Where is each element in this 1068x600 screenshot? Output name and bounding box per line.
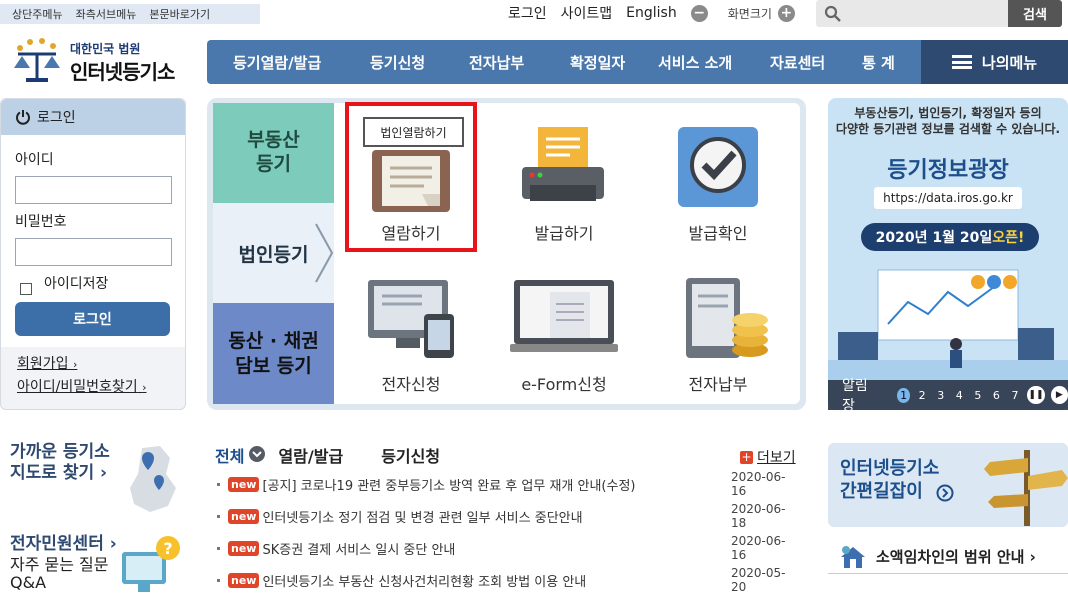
nav-data-center[interactable]: 자료센터 <box>770 52 825 73</box>
tab-realestate-label: 부동산 등기 <box>247 129 300 175</box>
signpost-icon <box>984 450 1068 526</box>
search-icon <box>824 5 841 22</box>
zoom-out-icon[interactable]: − <box>690 4 708 22</box>
e-apply-label[interactable]: 전자신청 <box>341 371 481 395</box>
house-icon <box>841 545 865 568</box>
help-desk-icon: ? <box>122 536 180 592</box>
sitemap-link[interactable]: 사이트맵 <box>561 3 613 23</box>
hamburger-icon <box>951 55 972 69</box>
my-menu-button[interactable]: 나의메뉴 <box>921 40 1068 84</box>
zoom-label: 화면크기 <box>727 6 772 21</box>
e-pay-label[interactable]: 전자납부 <box>648 371 788 395</box>
banner-url: https://data.iros.go.kr <box>874 187 1022 209</box>
news-item[interactable]: new 인터넷등기소 부동산 신청사건처리현황 조회 방법 이용 안내 2020-… <box>217 566 797 594</box>
nav-e-payment[interactable]: 전자납부 <box>469 52 524 73</box>
id-input[interactable] <box>15 176 172 204</box>
skip-content[interactable]: 본문바로가기 <box>149 6 210 22</box>
news-item[interactable]: new 인터넷등기소 정기 점검 및 변경 관련 일부 서비스 중단안내 2020… <box>217 502 797 530</box>
tab-realestate[interactable]: 부동산 등기 <box>213 103 334 203</box>
english-link[interactable]: English <box>626 5 677 21</box>
tab-all[interactable]: 전체 <box>215 443 244 467</box>
banner-page-6[interactable]: 6 <box>990 389 1003 402</box>
logo-title[interactable]: 인터넷등기소 <box>70 56 175 85</box>
banner-page-1[interactable]: 1 <box>897 387 910 403</box>
check-confirm-icon[interactable] <box>676 125 760 209</box>
password-label: 비밀번호 <box>15 214 67 230</box>
news-item[interactable]: new [공지] 코로나19 관련 중부등기소 방역 완료 후 업무 재개 안내… <box>217 470 797 498</box>
banner-description: 부동산등기, 법인등기, 확정일자 등의 다양한 등기관련 정보를 검색할 수 … <box>835 106 1061 136</box>
banner-page-7[interactable]: 7 <box>1009 389 1022 402</box>
data-plaza-illustration-icon <box>828 269 1068 380</box>
epay-coins-icon[interactable] <box>684 276 772 364</box>
plus-icon: + <box>740 449 753 464</box>
nav-view-issue[interactable]: 등기열람/발급 <box>233 52 321 73</box>
tab-apply[interactable]: 등기신청 <box>381 443 440 467</box>
logo-subtitle: 대한민국 법원 <box>70 42 141 56</box>
tab-view-issue[interactable]: 열람/발급 <box>278 443 343 467</box>
issue-label[interactable]: 발급하기 <box>494 220 634 244</box>
nav-apply[interactable]: 등기신청 <box>370 52 425 73</box>
banner-page-3[interactable]: 3 <box>934 389 947 402</box>
join-link[interactable]: 회원가입 › <box>17 353 77 373</box>
banner-open-date: 2020년 1월 20일 오픈! <box>861 223 1039 251</box>
save-id-checkbox[interactable] <box>20 283 32 295</box>
arrow-right-circle-icon <box>936 484 954 502</box>
tab-corporate-label: 법인등기 <box>238 243 309 266</box>
news-tabs: 전체 열람/발급 등기신청 <box>215 443 440 467</box>
court-logo-icon[interactable] <box>8 34 66 86</box>
search-button[interactable]: 검색 <box>1008 0 1062 27</box>
banner-page-5[interactable]: 5 <box>972 389 985 402</box>
chevron-down-icon <box>249 446 266 462</box>
password-input[interactable] <box>15 238 172 266</box>
nav-statistics[interactable]: 통 계 <box>862 52 895 73</box>
banner-title: 등기정보광장 <box>887 158 1009 183</box>
more-link[interactable]: + 더보기 <box>740 447 796 467</box>
news-item[interactable]: new SK증권 결제 서비스 일시 중단 안내 2020-06-16 <box>217 534 797 562</box>
skip-links: 상단주메뉴 좌측서브메뉴 본문바로가기 <box>0 4 260 24</box>
pause-icon[interactable]: ❚❚ <box>1027 386 1045 404</box>
tab-movable-label: 동산 · 채권 담보 등기 <box>228 329 319 377</box>
notice-label: 알림장 <box>842 378 868 414</box>
banner-page-2[interactable]: 2 <box>916 389 929 402</box>
top-links: 로그인 사이트맵 English − 화면크기 + <box>508 3 809 23</box>
guide-title: 인터넷등기소 간편길잡이 <box>840 458 940 502</box>
skip-top-menu[interactable]: 상단주메뉴 <box>12 6 63 22</box>
korea-map-icon <box>130 446 176 512</box>
nav-service-intro[interactable]: 서비스 소개 <box>658 52 732 73</box>
power-icon <box>16 110 30 125</box>
eform-label[interactable]: e-Form신청 <box>494 371 634 395</box>
computer-apply-icon[interactable] <box>366 278 458 360</box>
svg-text:?: ? <box>163 539 172 558</box>
confirm-label[interactable]: 발급확인 <box>648 220 788 244</box>
my-menu-label: 나의메뉴 <box>981 53 1038 72</box>
next-icon[interactable]: ▶ <box>1050 386 1068 404</box>
login-header: 로그인 <box>1 99 185 135</box>
login-button[interactable]: 로그인 <box>15 302 170 336</box>
printer-icon[interactable] <box>520 125 606 209</box>
save-id-label: 아이디저장 <box>44 276 109 292</box>
top-login-link[interactable]: 로그인 <box>508 3 547 23</box>
eform-icon[interactable] <box>510 278 618 354</box>
nearby-registry-link[interactable]: 가까운 등기소 지도로 찾기 › <box>10 442 110 485</box>
faq-link[interactable]: 자주 묻는 질문 Q&A <box>10 556 109 591</box>
skip-left-menu[interactable]: 좌측서브메뉴 <box>76 6 137 22</box>
banner-controls: 알림장 1 2 3 4 5 6 7 ❚❚ ▶ <box>828 378 1068 414</box>
login-title: 로그인 <box>37 110 76 126</box>
view-tooltip: 법인열람하기 <box>363 117 464 147</box>
id-label: 아이디 <box>15 152 54 168</box>
zoom-in-icon[interactable]: + <box>777 4 795 22</box>
lease-range-link[interactable]: 소액임차인의 범위 안내 › <box>828 540 1068 574</box>
find-account-link[interactable]: 아이디/비밀번호찾기 › <box>17 376 147 396</box>
main-nav: 등기열람/발급 등기신청 전자납부 확정일자 서비스 소개 자료센터 통 계 <box>207 40 921 84</box>
nav-fixed-date[interactable]: 확정일자 <box>570 52 625 73</box>
tab-movable[interactable]: 동산 · 채권 담보 등기 <box>213 303 334 404</box>
minwon-center-link[interactable]: 전자민원센터 › <box>10 529 117 554</box>
tab-arrow-icon <box>315 223 334 283</box>
banner-page-4[interactable]: 4 <box>953 389 966 402</box>
